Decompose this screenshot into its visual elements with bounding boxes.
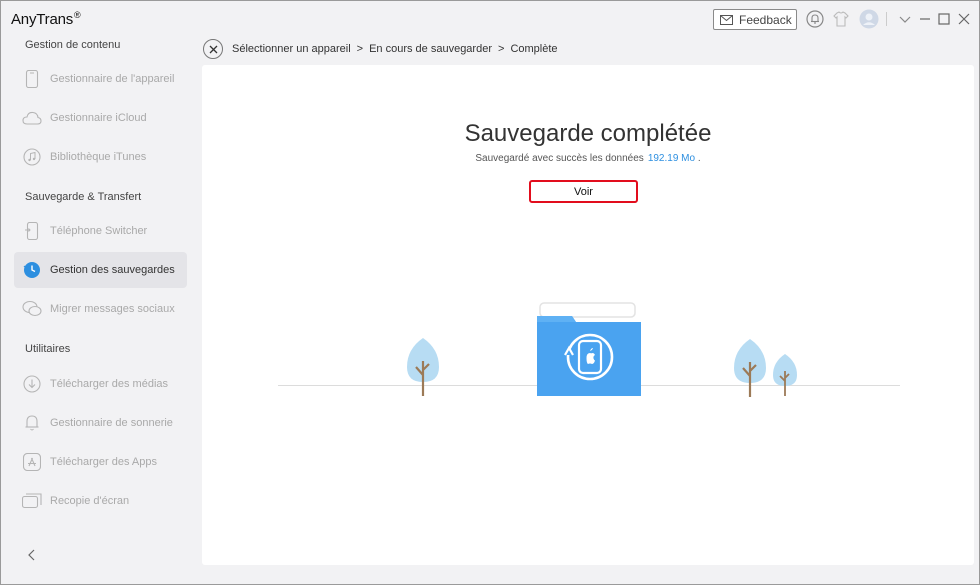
page-title: Sauvegarde complétée [464, 120, 712, 147]
sidebar-item-label: Gestionnaire de sonnerie [50, 417, 173, 429]
bell-icon[interactable] [806, 10, 824, 28]
sidebar-item-device-manager[interactable]: Gestionnaire de l'appareil [14, 61, 187, 97]
sidebar-item-label: Télécharger des Apps [50, 456, 158, 468]
breadcrumb-separator: > [498, 43, 505, 55]
close-icon [209, 45, 217, 53]
breadcrumb-step-backing-up[interactable]: En cours de sauvegarder [369, 43, 492, 55]
tshirt-icon[interactable] [832, 10, 850, 28]
sidebar-item-label: Téléphone Switcher [50, 225, 148, 237]
sidebar-item-label: Télécharger des médias [50, 378, 169, 390]
app-name-text: AnyTrans [11, 11, 74, 28]
user-avatar-icon[interactable] [859, 9, 879, 29]
backup-summary-text: Sauvegardé avec succès les données [475, 153, 644, 164]
phone-icon [22, 69, 42, 89]
sidebar-item-phone-switcher[interactable]: Téléphone Switcher [14, 213, 187, 249]
view-button-label: Voir [574, 185, 593, 198]
sidebar-item-social-messages[interactable]: Migrer messages sociaux [14, 291, 187, 327]
sidebar-item-label: Migrer messages sociaux [50, 303, 175, 315]
main-panel: Sauvegarde complétée Sauvegardé avec suc… [202, 65, 974, 565]
registered-mark: ® [74, 10, 81, 20]
screen-mirror-icon [22, 491, 42, 511]
minimize-icon[interactable] [916, 10, 934, 28]
sidebar-item-itunes[interactable]: Bibliothèque iTunes [14, 139, 187, 175]
backup-size: 192.19 Mo [647, 153, 696, 164]
sidebar-item-screen-mirror[interactable]: Recopie d'écran [14, 483, 187, 519]
backup-folder-illustration [537, 302, 641, 396]
tree-illustration-left [407, 338, 439, 396]
app-window: AnyTrans® Feedback Gestion de contenu Ge… [0, 0, 980, 585]
chat-bubbles-icon [22, 299, 42, 319]
bell-icon [22, 413, 42, 433]
breadcrumb-separator: > [356, 43, 364, 55]
maximize-icon[interactable] [935, 10, 953, 28]
sidebar-item-icloud[interactable]: Gestionnaire iCloud [14, 100, 187, 136]
chevron-left-icon[interactable] [25, 548, 39, 562]
sidebar-item-label: Gestionnaire de l'appareil [50, 73, 175, 85]
section-title-content: Gestion de contenu [25, 39, 121, 51]
sidebar-item-label: Recopie d'écran [50, 495, 130, 507]
close-icon[interactable] [955, 10, 973, 28]
title-bar: AnyTrans® Feedback [1, 1, 979, 35]
section-title-utilities: Utilitaires [25, 343, 71, 355]
app-store-icon [22, 452, 42, 472]
mail-icon [720, 14, 733, 25]
app-title: AnyTrans® [11, 10, 81, 28]
breadcrumb-step-select-device[interactable]: Sélectionner un appareil [232, 43, 351, 55]
sidebar-item-media-download[interactable]: Télécharger des médias [14, 366, 187, 402]
chevron-down-icon[interactable] [896, 10, 914, 28]
sidebar: Gestion de contenu Gestionnaire de l'app… [1, 35, 201, 584]
music-note-icon [22, 147, 42, 167]
breadcrumb-close-button[interactable] [203, 39, 223, 59]
sidebar-item-app-download[interactable]: Télécharger des Apps [14, 444, 187, 480]
tree-illustration-right-small [773, 354, 797, 396]
sidebar-item-label: Bibliothèque iTunes [50, 151, 147, 163]
backup-clock-icon [22, 260, 42, 280]
tree-illustration-right-large [734, 339, 766, 397]
view-button[interactable]: Voir [529, 180, 638, 203]
titlebar-divider [886, 12, 887, 26]
section-title-backup: Sauvegarde & Transfert [25, 191, 142, 203]
backup-summary: Sauvegardé avec succès les données 192.19… [202, 153, 974, 164]
cloud-icon [22, 108, 42, 128]
sidebar-item-label: Gestion des sauvegardes [50, 264, 175, 276]
sidebar-item-backup-manager[interactable]: Gestion des sauvegardes [14, 252, 187, 288]
sidebar-item-label: Gestionnaire iCloud [50, 112, 147, 124]
breadcrumb: Sélectionner un appareil > En cours de s… [203, 37, 558, 61]
sidebar-item-ringtone-manager[interactable]: Gestionnaire de sonnerie [14, 405, 187, 441]
feedback-button[interactable]: Feedback [713, 9, 797, 30]
download-icon [22, 374, 42, 394]
breadcrumb-step-complete: Complète [510, 43, 558, 55]
phone-switch-icon [22, 221, 42, 241]
backup-summary-end: . [697, 153, 701, 164]
feedback-label: Feedback [739, 12, 792, 27]
